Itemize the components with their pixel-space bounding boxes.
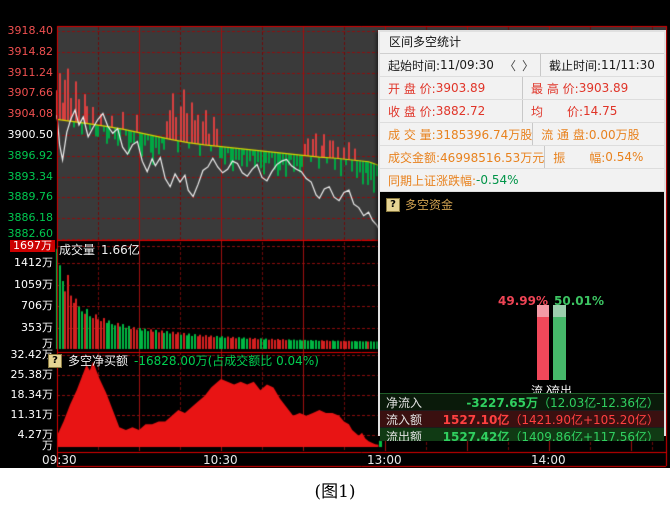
volume-axis-label: 706万 (0, 300, 53, 312)
high-price-label: 最 高 价: (531, 80, 579, 97)
volume-total-value: 1.66亿 (101, 241, 140, 258)
high-price-cell: 最 高 价: 3903.89 (522, 77, 664, 99)
outflow-bar-cap (553, 305, 566, 317)
end-time-label: 截止时间: (549, 57, 601, 74)
volume-title: 成交量 (59, 241, 95, 258)
close-price-cell: 收 盘 价: 3882.72 (380, 100, 522, 122)
price-axis-label: 3904.08 (0, 108, 53, 120)
panel-title: 区间多空统计 (380, 32, 664, 54)
price-axis-label: 3893.34 (0, 171, 53, 183)
netbuy-current-value: -16828.00万(占成交额比 0.04%) (134, 352, 319, 369)
intraday-chart-region: 3918.40 3914.82 3911.24 3907.66 3904.08 … (0, 0, 670, 468)
volume-stat-value: 3185396.74万股 (436, 126, 533, 143)
stats-row: 收 盘 价: 3882.72 均 价: 14.75 (380, 100, 664, 123)
volume-axis-max-highlight: 1697万 (10, 240, 55, 252)
price-axis-label: 3911.24 (0, 67, 53, 79)
funds-section: ? 多空资金 49.99% 50.01% 流入 流出 净流入 -3227.65万… (380, 192, 664, 441)
stock-app-window: 上证指数 现价:3882.72 现手:0 涨跌:-17.78 涨幅:-0.46%… (0, 0, 670, 509)
close-price-value: 3882.72 (436, 104, 486, 118)
open-price-cell: 开 盘 价: 3903.89 (380, 77, 522, 99)
price-axis-label: 3914.82 (0, 46, 53, 58)
outflow-amount-value: 1527.42亿 (443, 430, 510, 442)
net-inflow-detail: （12.03亿-12.36亿） (538, 396, 659, 410)
netbuy-axis-label: 11.31万 (0, 409, 53, 421)
volume-axis-label: 1059万 (0, 279, 53, 291)
amplitude-label: 振 幅: (553, 149, 605, 166)
outflow-bar (553, 305, 566, 380)
time-label-1030: 10:30 (203, 453, 238, 467)
amplitude-cell: 振 幅: 0.54% (544, 146, 664, 168)
net-inflow-row: 净流入 -3227.65万（12.03亿-12.36亿） (380, 393, 664, 411)
volume-stat-label: 成 交 量: (388, 126, 436, 143)
avg-price-label: 均 价: (531, 103, 583, 120)
start-time-label: 起始时间: (388, 57, 440, 74)
stats-row: 成交金额: 46998516.53万元 振 幅: 0.54% (380, 146, 664, 169)
price-axis-label: 3896.92 (0, 150, 53, 162)
funds-title: 多空资金 (405, 196, 453, 213)
open-price-label: 开 盘 价: (388, 80, 436, 97)
inflow-amount-value: 1527.10亿 (443, 413, 510, 427)
index-change-cell: 同期上证涨跌幅: -0.54% (380, 169, 664, 191)
help-icon[interactable]: ? (48, 354, 62, 368)
amplitude-value: 0.54% (605, 150, 643, 164)
float-shares-cell: 流 通 盘: 0.00万股 (532, 123, 664, 145)
time-label-1400: 14:00 (531, 453, 566, 467)
high-price-value: 3903.89 (579, 81, 629, 95)
inflow-amount-detail: （1421.90亿+105.20亿） (509, 413, 659, 427)
netbuy-title: 多空净买额 (68, 352, 128, 369)
start-time-cell: 起始时间: 11/09:30 〈〉 (380, 54, 540, 76)
net-inflow-label: 净流入 (380, 394, 442, 411)
netbuy-axis-label: 32.42万 (0, 349, 53, 361)
netbuy-axis-label: 万 (0, 440, 53, 452)
range-stats-panel: 区间多空统计 起始时间: 11/09:30 〈〉 截止时间: 11/11:30 … (378, 30, 666, 436)
inflow-amount-row: 流入额 1527.10亿（1421.90亿+105.20亿） (380, 411, 664, 428)
outflow-amount-label: 流出额 (380, 428, 442, 442)
end-time-value: 11/11:30 (601, 58, 655, 72)
help-icon[interactable]: ? (386, 198, 400, 212)
turnover-cell: 成交金额: 46998516.53万元 (380, 146, 544, 168)
avg-price-cell: 均 价: 14.75 (522, 100, 664, 122)
price-axis-label: 3889.76 (0, 191, 53, 203)
volume-axis-label: 1412万 (0, 257, 53, 269)
funds-header: ? 多空资金 (386, 196, 453, 213)
figure-caption: (图1) (0, 468, 670, 509)
stats-row: 成 交 量: 3185396.74万股 流 通 盘: 0.00万股 (380, 123, 664, 146)
inflow-bar (537, 305, 549, 380)
range-prev-button[interactable]: 〈 (504, 59, 522, 73)
time-label-0930: 09:30 (42, 453, 77, 467)
range-next-button[interactable]: 〉 (522, 59, 540, 73)
index-change-value: -0.54% (476, 173, 518, 187)
end-time-cell: 截止时间: 11/11:30 (540, 54, 664, 76)
outflow-amount-row: 流出额 1527.42亿（1409.86亿+117.56亿） (380, 428, 664, 441)
volume-cell: 成 交 量: 3185396.74万股 (380, 123, 532, 145)
netbuy-overlay-label: ? 多空净买额 -16828.00万(占成交额比 0.04%) (48, 352, 319, 369)
inflow-bar-cap (537, 305, 549, 317)
netbuy-axis-label: 25.38万 (0, 369, 53, 381)
close-price-label: 收 盘 价: (388, 103, 436, 120)
open-price-value: 3903.89 (436, 81, 486, 95)
price-axis-label: 3900.50 (0, 129, 53, 141)
avg-price-value: 14.75 (583, 104, 617, 118)
start-time-value: 11/09:30 (440, 58, 494, 72)
stats-row: 开 盘 价: 3903.89 最 高 价: 3903.89 (380, 77, 664, 100)
stats-row: 起始时间: 11/09:30 〈〉 截止时间: 11/11:30 (380, 54, 664, 77)
price-axis-label: 3886.18 (0, 212, 53, 224)
outflow-amount-detail: （1409.86亿+117.56亿） (509, 430, 659, 442)
float-shares-value: 0.00万股 (589, 126, 640, 143)
stats-row: 同期上证涨跌幅: -0.54% (380, 169, 664, 192)
volume-overlay-label: 成交量 1.66亿 (59, 241, 140, 258)
index-change-label: 同期上证涨跌幅: (388, 172, 476, 189)
volume-axis-label: 353万 (0, 322, 53, 334)
netbuy-axis-label: 18.34万 (0, 389, 53, 401)
funds-rows: 净流入 -3227.65万（12.03亿-12.36亿） 流入额 1527.10… (380, 393, 664, 441)
price-axis-label: 3918.40 (0, 25, 53, 37)
turnover-label: 成交金额: (388, 149, 440, 166)
price-axis-label: 3907.66 (0, 87, 53, 99)
inflow-amount-label: 流入额 (380, 411, 442, 428)
turnover-value: 46998516.53万元 (440, 149, 544, 166)
net-inflow-value: -3227.65万 (466, 396, 538, 410)
time-label-1300: 13:00 (367, 453, 402, 467)
float-shares-label: 流 通 盘: (541, 126, 589, 143)
